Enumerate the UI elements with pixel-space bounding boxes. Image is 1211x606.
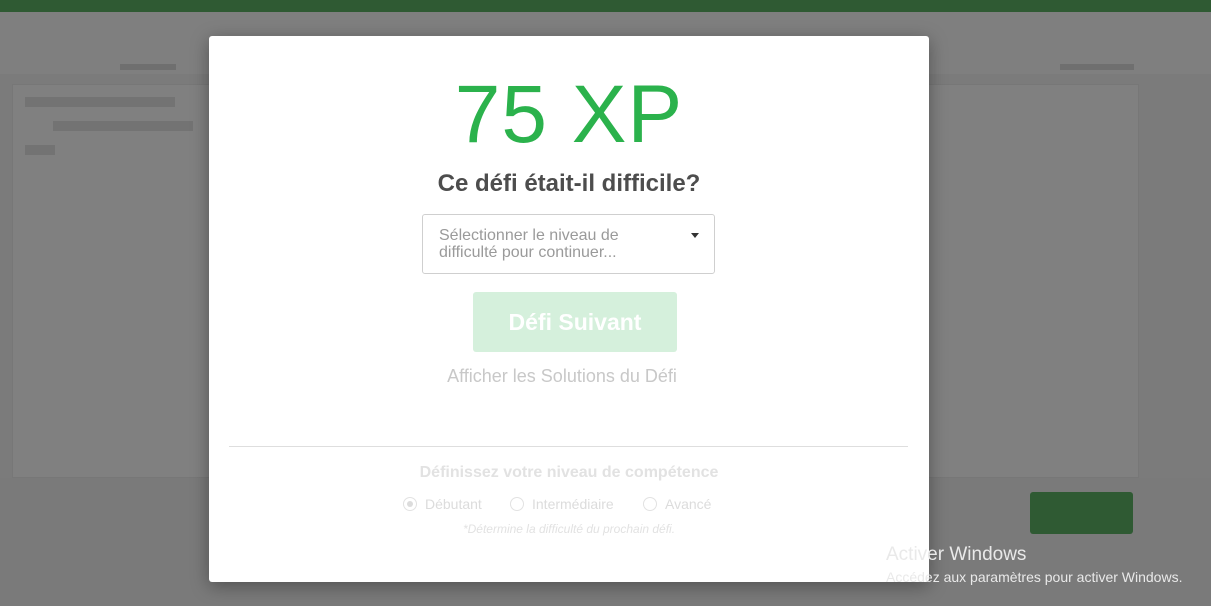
radio-button[interactable]: [510, 497, 524, 511]
radio-button-checked[interactable]: [403, 497, 417, 511]
skill-option-intermediate[interactable]: Intermédiaire: [510, 494, 614, 514]
watermark-title: Activer Windows: [886, 544, 1027, 565]
difficulty-select-placeholder: Sélectionner le niveau de difficulté pou…: [439, 227, 619, 261]
editor-line: [25, 145, 55, 155]
difficulty-question: Ce défi était-il difficile?: [437, 170, 701, 197]
nav-underline-placeholder-right: [1060, 64, 1134, 70]
xp-earned: 75 XP: [454, 69, 684, 160]
skill-option-label: Débutant: [425, 496, 482, 512]
skill-option-label: Intermédiaire: [532, 496, 614, 512]
editor-line: [53, 121, 193, 131]
next-challenge-button[interactable]: Défi Suivant: [473, 292, 677, 352]
challenge-complete-modal: 75 XP Ce défi était-il difficile? Sélect…: [209, 36, 929, 582]
caret-down-icon: [691, 233, 699, 238]
skill-level-note: *Détermine la difficulté du prochain déf…: [462, 522, 676, 536]
nav-underline-placeholder: [120, 64, 176, 70]
divider: [229, 446, 908, 447]
show-solutions-link[interactable]: Afficher les Solutions du Défi: [202, 366, 922, 387]
editor-line: [25, 97, 175, 107]
skill-level-title: Définissez votre niveau de compétence: [419, 464, 719, 481]
watermark-subtitle: Accédez aux paramètres pour activer Wind…: [886, 569, 1183, 585]
app-header-bar: [0, 0, 1211, 12]
difficulty-select[interactable]: Sélectionner le niveau de difficulté pou…: [422, 214, 715, 274]
radio-button[interactable]: [643, 497, 657, 511]
background-submit-button: [1030, 492, 1133, 534]
skill-option-beginner[interactable]: Débutant: [403, 494, 482, 514]
windows-activation-watermark: Activer Windows Accédez aux paramètres p…: [886, 544, 1182, 586]
skill-option-advanced[interactable]: Avancé: [643, 494, 711, 514]
skill-option-label: Avancé: [665, 496, 712, 512]
